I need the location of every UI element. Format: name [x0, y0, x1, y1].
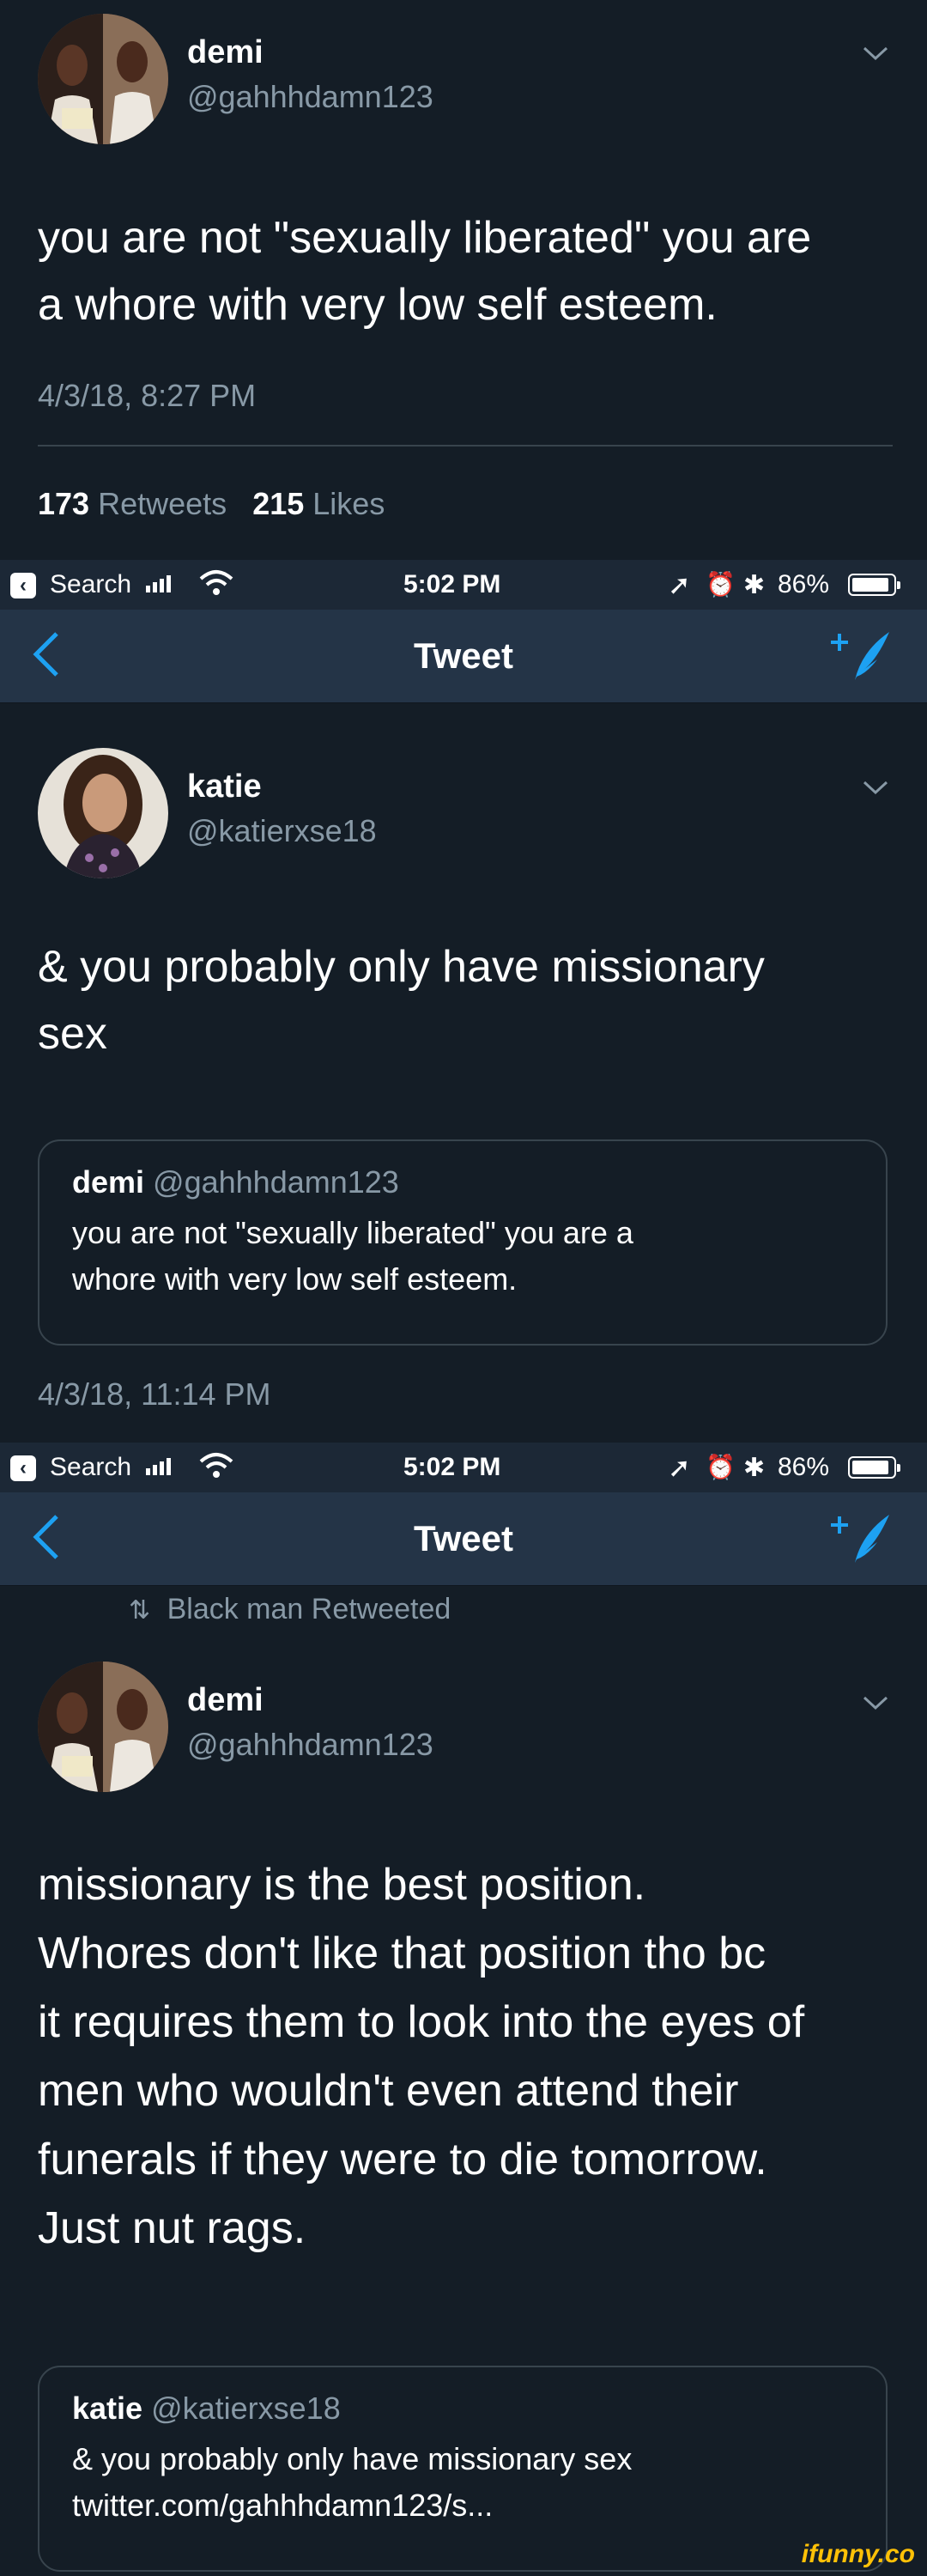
avatar[interactable]: [38, 748, 168, 878]
tweet-2: katie @katierxse18 & you probably only h…: [0, 703, 927, 1443]
tweet-text-line: & you probably only have missionary: [38, 942, 765, 992]
back-to-app-icon[interactable]: ‹: [10, 1455, 36, 1481]
quoted-tweet-text: you are not "sexually liberated" you are…: [72, 1210, 853, 1303]
tweet-text: missionary is the best position. Whores …: [38, 1850, 905, 2263]
location-icon: ➚: [668, 569, 691, 600]
timestamp[interactable]: 4/3/18, 8:27 PM: [38, 378, 256, 414]
retweeted-by-label[interactable]: Black man Retweeted: [167, 1593, 451, 1625]
signal-icon: [146, 575, 171, 592]
avatar[interactable]: [38, 1662, 168, 1792]
likes-label[interactable]: Likes: [312, 486, 385, 521]
watermark-logo: ifunny.co: [801, 2540, 915, 2568]
nav-bar: Tweet: [0, 610, 927, 703]
retweet-icon: ⇅: [129, 1596, 151, 1625]
quoted-user-handle: @katierxse18: [151, 2391, 341, 2426]
quoted-text-line: whore with very low self esteem.: [72, 1261, 518, 1297]
quoted-tweet-header: demi @gahhhdamn123: [72, 1162, 853, 1203]
bluetooth-icon: ✱: [743, 571, 766, 599]
user-name[interactable]: katie: [187, 769, 262, 805]
nav-title: Tweet: [414, 635, 513, 676]
status-bar: ‹ Search 5:02 PM ➚ ⏰ ✱ 86%: [0, 1443, 927, 1492]
status-time: 5:02 PM: [403, 1453, 501, 1481]
quoted-tweet-header: katie @katierxse18: [72, 2388, 853, 2429]
wifi-icon: [199, 1451, 233, 1487]
bluetooth-icon: ✱: [743, 1454, 766, 1482]
tweet-text-line: you are not "sexually liberated" you are: [38, 213, 812, 263]
battery-icon: [848, 1456, 900, 1479]
tweet-1: demi @gahhhdamn123 you are not "sexually…: [0, 0, 927, 560]
compose-tweet-icon[interactable]: [826, 1508, 894, 1572]
quoted-tweet-text: & you probably only have missionary sex …: [72, 2436, 853, 2529]
quoted-text-line: & you probably only have missionary sex: [72, 2441, 633, 2476]
retweeted-by[interactable]: ⇅ Black man Retweeted: [129, 1593, 451, 1626]
back-to-app-icon[interactable]: ‹: [10, 573, 36, 598]
battery-percent: 86%: [778, 1453, 830, 1481]
battery-percent: 86%: [778, 570, 830, 598]
tweet-text-line: Whores don't like that position tho bc: [38, 1929, 766, 1978]
nav-bar: Tweet: [0, 1492, 927, 1586]
tweet-text: you are not "sexually liberated" you are…: [38, 204, 896, 338]
user-handle[interactable]: @katierxse18: [187, 813, 377, 849]
tweet-stats: 173 Retweets 215 Likes: [38, 486, 385, 522]
quoted-user-handle: @gahhhdamn123: [153, 1164, 399, 1200]
chevron-down-icon[interactable]: [862, 779, 889, 800]
alarm-icon: ⏰: [706, 1454, 736, 1480]
alarm-icon: ⏰: [706, 571, 736, 598]
retweets-label[interactable]: Retweets: [98, 486, 227, 521]
chevron-down-icon[interactable]: [862, 45, 889, 66]
user-name[interactable]: demi: [187, 1682, 264, 1719]
timestamp[interactable]: 4/3/18, 11:14 PM: [38, 1376, 271, 1413]
tweet-text-line: missionary is the best position.: [38, 1860, 646, 1910]
user-handle[interactable]: @gahhhdamn123: [187, 79, 433, 115]
quoted-tweet[interactable]: demi @gahhhdamn123 you are not "sexually…: [38, 1139, 888, 1346]
user-name[interactable]: demi: [187, 34, 264, 71]
status-time: 5:02 PM: [403, 570, 501, 598]
divider: [38, 445, 893, 447]
nav-title: Tweet: [414, 1518, 513, 1558]
likes-count[interactable]: 215: [252, 486, 304, 521]
back-to-search-label[interactable]: Search: [50, 1453, 131, 1482]
quoted-text-line[interactable]: twitter.com/gahhhdamn123/s...: [72, 2482, 853, 2529]
signal-icon: [146, 1458, 171, 1475]
tweet-text-line: sex: [38, 1009, 107, 1059]
quoted-text-line: you are not "sexually liberated" you are…: [72, 1215, 633, 1250]
location-icon: ➚: [668, 1452, 691, 1483]
tweet-text: & you probably only have missionary sex: [38, 933, 896, 1067]
user-handle[interactable]: @gahhhdamn123: [187, 1727, 433, 1763]
compose-tweet-icon[interactable]: [826, 625, 894, 690]
tweet-text-line: Just nut rags.: [38, 2203, 306, 2253]
back-to-search-label[interactable]: Search: [50, 570, 131, 599]
wifi-icon: [199, 568, 233, 605]
chevron-down-icon[interactable]: [862, 1694, 889, 1716]
tweet-3: ⇅ Black man Retweeted demi @gahhhdamn123…: [0, 1586, 927, 2576]
status-bar: ‹ Search 5:02 PM ➚ ⏰ ✱ 86%: [0, 560, 927, 610]
quoted-user-name: katie: [72, 2391, 143, 2426]
tweet-text-line: it requires them to look into the eyes o…: [38, 1997, 805, 2047]
quoted-user-name: demi: [72, 1164, 145, 1200]
tweet-text-line: men who wouldn't even attend their: [38, 2066, 739, 2116]
tweet-text-line: funerals if they were to die tomorrow.: [38, 2135, 767, 2184]
battery-icon: [848, 574, 900, 596]
retweets-count[interactable]: 173: [38, 486, 89, 521]
avatar[interactable]: [38, 14, 168, 144]
tweet-text-line: a whore with very low self esteem.: [38, 280, 718, 330]
quoted-tweet[interactable]: katie @katierxse18 & you probably only h…: [38, 2366, 888, 2572]
